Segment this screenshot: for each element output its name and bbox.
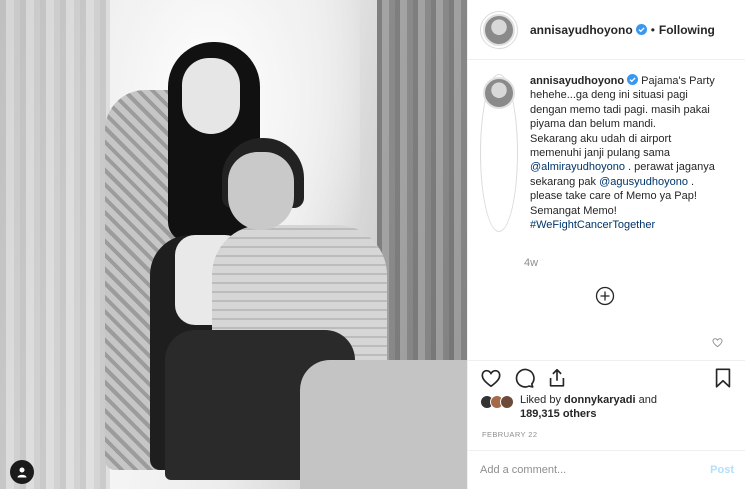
hashtag-wefightcancertogether[interactable]: #WeFightCancerTogether bbox=[530, 219, 655, 231]
post-comment-button[interactable]: Post bbox=[710, 464, 734, 476]
heart-icon[interactable] bbox=[480, 367, 502, 389]
first-liker-link[interactable]: donnykaryadi bbox=[564, 394, 636, 406]
person-icon bbox=[17, 467, 27, 478]
load-more-comments-icon[interactable] bbox=[595, 286, 615, 306]
likes-prefix: Liked by bbox=[520, 394, 565, 406]
likes-row: Liked by donnykaryadi and 189,315 others bbox=[480, 393, 740, 425]
comment-bar: Post bbox=[468, 450, 745, 489]
post-side-panel: annisayudhoyono • Following annisayudhoy… bbox=[467, 0, 745, 489]
comment-icon[interactable] bbox=[513, 367, 535, 389]
mention-agusyudhoyono[interactable]: @agusyudhoyono bbox=[599, 176, 688, 188]
caption-avatar[interactable] bbox=[480, 74, 518, 233]
caption-area: annisayudhoyono Pajama's Party hehehe...… bbox=[468, 60, 745, 360]
user-tag-button[interactable] bbox=[10, 460, 34, 484]
seated-person-legs bbox=[300, 360, 467, 489]
standing-person-face bbox=[182, 58, 240, 134]
post-date[interactable]: FEBRUARY 22 bbox=[482, 430, 537, 439]
caption-time-ago: 4w bbox=[524, 257, 539, 269]
mention-almirayudhoyono[interactable]: @almirayudhoyono bbox=[530, 161, 625, 173]
curtain-left bbox=[0, 0, 110, 489]
caption-body-1: Pajama's Party hehehe...ga deng ini situ… bbox=[530, 75, 715, 160]
post-photo[interactable] bbox=[0, 0, 467, 489]
post-header: annisayudhoyono • Following bbox=[468, 0, 745, 60]
caption-text: annisayudhoyono Pajama's Party hehehe...… bbox=[530, 74, 734, 232]
verified-badge-icon bbox=[627, 74, 639, 85]
likes-text: Liked by donnykaryadi and 189,315 others bbox=[520, 393, 657, 421]
bookmark-icon[interactable] bbox=[712, 367, 734, 389]
header-avatar[interactable] bbox=[480, 10, 518, 49]
comment-input[interactable] bbox=[480, 464, 711, 476]
like-caption-heart-icon[interactable] bbox=[712, 337, 723, 348]
share-icon[interactable] bbox=[546, 367, 568, 389]
header-username[interactable]: annisayudhoyono bbox=[530, 23, 633, 37]
verified-badge-icon bbox=[635, 24, 647, 35]
caption-username[interactable]: annisayudhoyono bbox=[530, 75, 624, 87]
seated-person-face bbox=[228, 152, 294, 230]
liker-avatars[interactable] bbox=[480, 395, 514, 409]
likes-count-link[interactable]: 189,315 others bbox=[520, 408, 596, 420]
following-button[interactable]: Following bbox=[659, 23, 715, 37]
likes-middle: and bbox=[635, 394, 657, 406]
header-separator: • bbox=[650, 22, 655, 37]
caption-row: annisayudhoyono Pajama's Party hehehe...… bbox=[480, 74, 734, 233]
action-bar bbox=[468, 360, 745, 394]
liker-avatar bbox=[500, 395, 514, 409]
